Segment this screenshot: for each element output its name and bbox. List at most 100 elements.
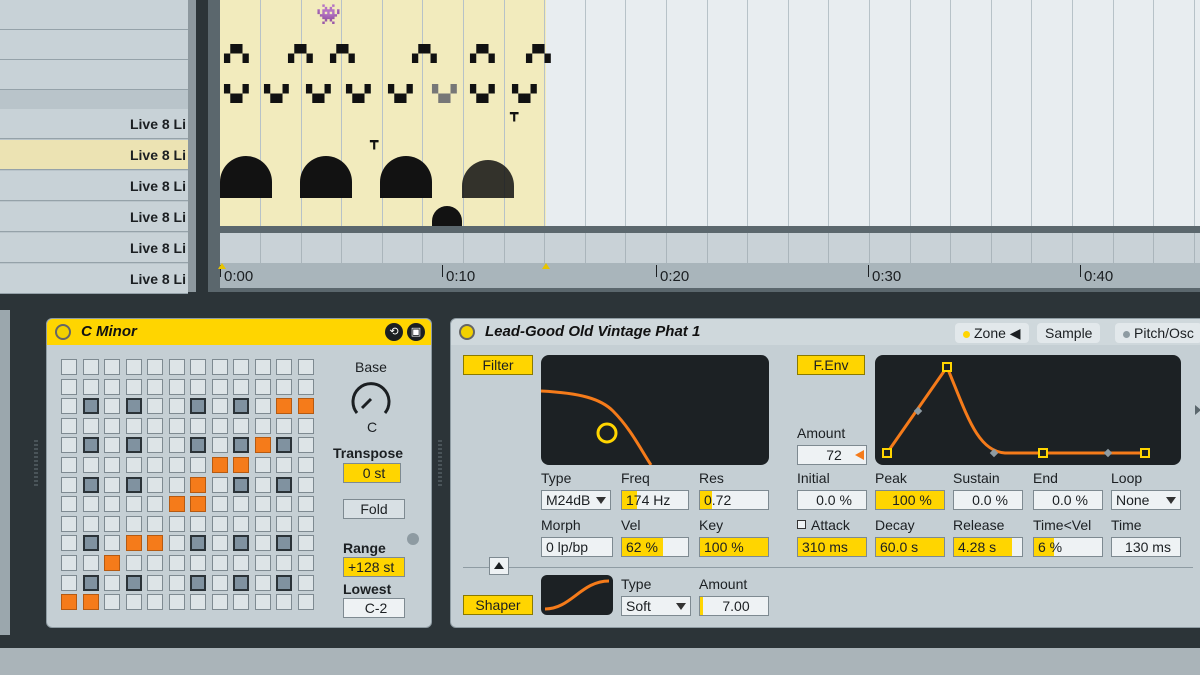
base-knob[interactable] [349, 377, 393, 421]
scale-grid-cell[interactable] [297, 476, 314, 493]
scale-grid-cell[interactable] [168, 496, 185, 513]
scale-grid-cell[interactable] [82, 476, 99, 493]
scale-grid-cell[interactable] [254, 476, 271, 493]
scale-grid-cell[interactable] [297, 574, 314, 591]
scale-grid-cell[interactable] [104, 359, 120, 375]
track-scrollbar[interactable] [188, 0, 196, 292]
scale-grid-cell[interactable] [190, 535, 206, 552]
scale-grid-cell[interactable] [61, 515, 77, 532]
scale-grid-cell[interactable] [125, 574, 142, 591]
scale-grid-cell[interactable] [104, 476, 120, 493]
scale-grid-cell[interactable] [276, 378, 292, 395]
scale-grid-cell[interactable] [125, 515, 142, 532]
scale-grid-cell[interactable] [297, 515, 314, 532]
scale-grid-cell[interactable] [82, 594, 99, 611]
scale-grid-cell[interactable] [211, 359, 228, 375]
filter-display[interactable] [540, 355, 769, 466]
scale-grid-cell[interactable] [276, 535, 292, 552]
scale-grid-cell[interactable] [233, 359, 249, 375]
scale-grid-cell[interactable] [82, 417, 99, 434]
peak-field[interactable]: 100 % [875, 490, 945, 510]
scale-grid-cell[interactable] [211, 437, 228, 454]
scale-grid-cell[interactable] [147, 515, 163, 532]
scale-grid-cell[interactable] [233, 417, 249, 434]
tab-sample[interactable]: Sample [1037, 323, 1101, 343]
scale-grid-cell[interactable] [61, 417, 77, 434]
tab-pitch-osc[interactable]: Pitch/Osc [1115, 323, 1200, 343]
scale-grid-cell[interactable] [297, 555, 314, 571]
scale-grid-cell[interactable] [168, 437, 185, 454]
scale-grid-cell[interactable] [147, 574, 163, 591]
scale-grid-cell[interactable] [297, 594, 314, 611]
device-power-icon[interactable] [459, 324, 475, 340]
scale-grid-cell[interactable] [211, 594, 228, 611]
scale-grid-cell[interactable] [211, 574, 228, 591]
scale-grid-cell[interactable] [190, 476, 206, 493]
scale-grid-cell[interactable] [104, 535, 120, 552]
scale-grid-cell[interactable] [254, 574, 271, 591]
scale-grid-cell[interactable] [233, 437, 249, 454]
scale-grid-cell[interactable] [190, 555, 206, 571]
scale-grid-cell[interactable] [211, 535, 228, 552]
track-row[interactable]: Live 8 Li [0, 171, 188, 201]
track-row-selected[interactable]: Live 8 Li [0, 140, 188, 170]
collapse-button[interactable] [489, 557, 509, 575]
track-row[interactable]: Live 8 Li [0, 264, 188, 294]
shaper-toggle-button[interactable]: Shaper [463, 595, 533, 615]
scale-grid-cell[interactable] [297, 359, 314, 375]
scale-grid-cell[interactable] [297, 457, 314, 473]
scale-grid-cell[interactable] [147, 437, 163, 454]
shaper-display[interactable] [541, 575, 613, 615]
scale-grid-cell[interactable] [125, 398, 142, 415]
device-power-icon[interactable] [55, 324, 71, 340]
scale-grid-cell[interactable] [147, 535, 163, 552]
scale-grid-cell[interactable] [61, 457, 77, 473]
scale-grid-cell[interactable] [104, 496, 120, 513]
scale-grid-cell[interactable] [104, 594, 120, 611]
scale-device-title[interactable]: C Minor [47, 319, 431, 345]
decay-field[interactable]: 60.0 s [875, 537, 945, 557]
vel-field[interactable]: 62 % [621, 537, 689, 557]
scale-grid-cell[interactable] [190, 457, 206, 473]
shaper-amount-field[interactable]: 7.00 [699, 596, 769, 616]
filter-toggle-button[interactable]: Filter [463, 355, 533, 375]
res-field[interactable]: 0.72 [699, 490, 769, 510]
fold-button[interactable]: Fold [343, 499, 405, 519]
scale-grid-cell[interactable] [190, 496, 206, 513]
scale-grid-cell[interactable] [147, 476, 163, 493]
scale-grid-cell[interactable] [82, 437, 99, 454]
scale-grid-cell[interactable] [104, 398, 120, 415]
morph-field[interactable]: 0 lp/bp [541, 537, 613, 557]
filter-envelope-toggle-button[interactable]: F.Env [797, 355, 865, 375]
scale-grid-cell[interactable] [254, 398, 271, 415]
scale-grid-cell[interactable] [168, 359, 185, 375]
scale-grid-cell[interactable] [147, 555, 163, 571]
scale-grid-cell[interactable] [276, 457, 292, 473]
scale-grid-cell[interactable] [190, 359, 206, 375]
scale-grid-cell[interactable] [233, 555, 249, 571]
scale-grid-cell[interactable] [104, 417, 120, 434]
scale-grid-cell[interactable] [125, 359, 142, 375]
scale-grid-cell[interactable] [297, 378, 314, 395]
scale-grid-cell[interactable] [61, 437, 77, 454]
scale-grid-cell[interactable] [104, 437, 120, 454]
loop-end-marker[interactable] [542, 263, 550, 269]
track-row[interactable]: Live 8 Li [0, 109, 188, 139]
key-field[interactable]: 100 % [699, 537, 769, 557]
scale-grid-cell[interactable] [233, 378, 249, 395]
scale-grid-cell[interactable] [233, 515, 249, 532]
scale-grid-cell[interactable] [168, 417, 185, 434]
scale-grid-cell[interactable] [125, 437, 142, 454]
scale-grid-cell[interactable] [125, 535, 142, 552]
scale-grid-cell[interactable] [61, 535, 77, 552]
device-grip-icon[interactable] [438, 440, 442, 486]
scale-grid-cell[interactable] [82, 555, 99, 571]
scale-grid-cell[interactable] [297, 535, 314, 552]
lowest-field[interactable]: C-2 [343, 598, 405, 618]
scale-grid-cell[interactable] [233, 496, 249, 513]
track-row[interactable] [0, 60, 188, 90]
scale-grid-cell[interactable] [125, 555, 142, 571]
scale-grid-cell[interactable] [125, 496, 142, 513]
scale-grid-cell[interactable] [82, 574, 99, 591]
scale-grid-cell[interactable] [168, 515, 185, 532]
